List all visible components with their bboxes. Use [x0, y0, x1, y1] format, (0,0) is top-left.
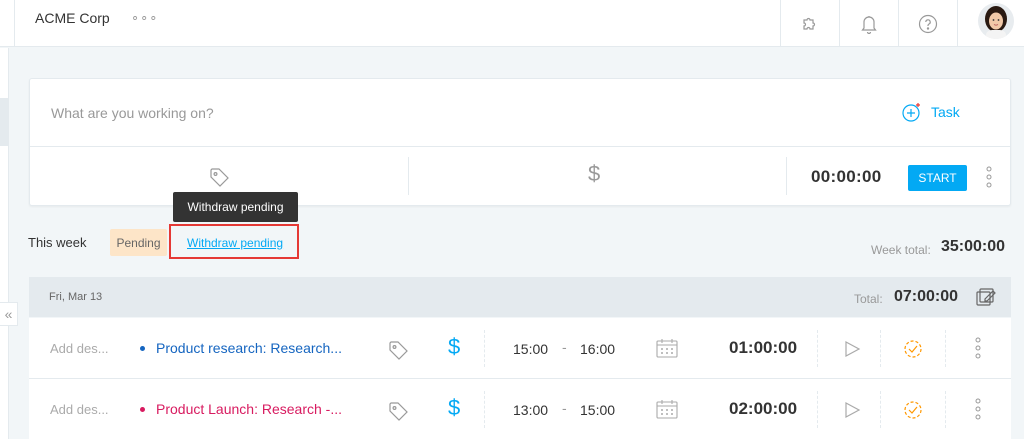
separator [817, 391, 818, 428]
week-total: 35:00:00 [941, 238, 1006, 255]
tag-icon[interactable] [387, 339, 409, 366]
top-bar: ACME Corp ∘∘∘ [0, 0, 1024, 47]
time-entry-row: Add des... Product research: Research...… [29, 318, 1011, 379]
entry-end-time[interactable]: 15:00 [580, 402, 615, 418]
workspace-menu-icon[interactable]: ∘∘∘ [131, 10, 158, 26]
tag-icon[interactable] [387, 400, 409, 427]
sidebar [0, 48, 9, 439]
sidebar-collapse-icon[interactable]: « [0, 302, 18, 326]
day-total: 07:00:00 [894, 288, 959, 305]
day-total-label: Total: [854, 292, 883, 306]
day-header: Fri, Mar 13 Total: 07:00:00 [29, 277, 1011, 317]
time-dash: - [562, 339, 567, 355]
bell-icon [860, 15, 877, 34]
integrations-button[interactable] [780, 0, 838, 47]
billable-icon[interactable]: $ [448, 334, 460, 360]
time-entry-row: Add des... Product Launch: Research -...… [29, 379, 1011, 439]
entry-project[interactable]: Product research: Research... [156, 340, 342, 356]
time-dash: - [562, 400, 567, 416]
separator [484, 330, 485, 367]
separator [484, 391, 485, 428]
left-strip [0, 0, 15, 47]
avatar[interactable] [978, 3, 1014, 39]
play-icon[interactable] [843, 340, 861, 363]
withdraw-pending-link[interactable]: Withdraw pending [187, 236, 283, 250]
timer-display: 00:00:00 [811, 167, 882, 186]
week-label: This week [28, 235, 87, 250]
entry-duration[interactable]: 01:00:00 [729, 338, 797, 358]
entry-start-time[interactable]: 15:00 [513, 341, 548, 357]
add-task-button[interactable]: Task [901, 101, 960, 123]
approval-icon[interactable] [902, 338, 924, 365]
calendar-icon[interactable] [656, 338, 678, 363]
entry-duration[interactable]: 02:00:00 [729, 399, 797, 419]
puzzle-icon [802, 17, 815, 30]
more-options-icon[interactable] [985, 165, 993, 194]
bulk-edit-icon[interactable] [975, 288, 997, 313]
calendar-icon[interactable] [656, 399, 678, 424]
more-options-icon[interactable] [974, 397, 982, 426]
entry-end-time[interactable]: 16:00 [580, 341, 615, 357]
separator [817, 330, 818, 367]
play-icon[interactable] [843, 401, 861, 424]
sidebar-active-item[interactable] [0, 98, 9, 146]
approval-icon[interactable] [902, 399, 924, 426]
add-task-icon [902, 103, 920, 122]
entry-project[interactable]: Product Launch: Research -... [156, 401, 342, 417]
help-icon [918, 14, 937, 33]
separator [880, 330, 881, 367]
separator [408, 157, 409, 195]
project-color-dot [140, 346, 145, 351]
billable-icon[interactable]: $ [448, 395, 460, 421]
tooltip: Withdraw pending [173, 192, 298, 222]
week-total-label: Week total: [871, 243, 931, 257]
entry-description[interactable]: Add des... [50, 341, 109, 356]
entry-description[interactable]: Add des... [50, 402, 109, 417]
project-color-dot [140, 407, 145, 412]
separator [786, 157, 787, 195]
start-button[interactable]: START [908, 165, 967, 191]
workspace-name[interactable]: ACME Corp [35, 10, 110, 26]
tag-icon[interactable] [208, 166, 230, 193]
tracker-divider [30, 146, 1010, 147]
description-input[interactable]: What are you working on? [51, 105, 214, 121]
more-options-icon[interactable] [974, 336, 982, 365]
separator [945, 330, 946, 367]
time-tracker-card: What are you working on? Task $ 00:00:00… [29, 78, 1011, 206]
separator [880, 391, 881, 428]
status-badge: Pending [110, 229, 167, 256]
task-label: Task [931, 104, 960, 120]
separator [945, 391, 946, 428]
help-button[interactable] [898, 0, 956, 47]
billable-icon[interactable]: $ [588, 161, 600, 187]
notifications-button[interactable] [839, 0, 897, 47]
entry-start-time[interactable]: 13:00 [513, 402, 548, 418]
day-date: Fri, Mar 13 [49, 291, 103, 303]
